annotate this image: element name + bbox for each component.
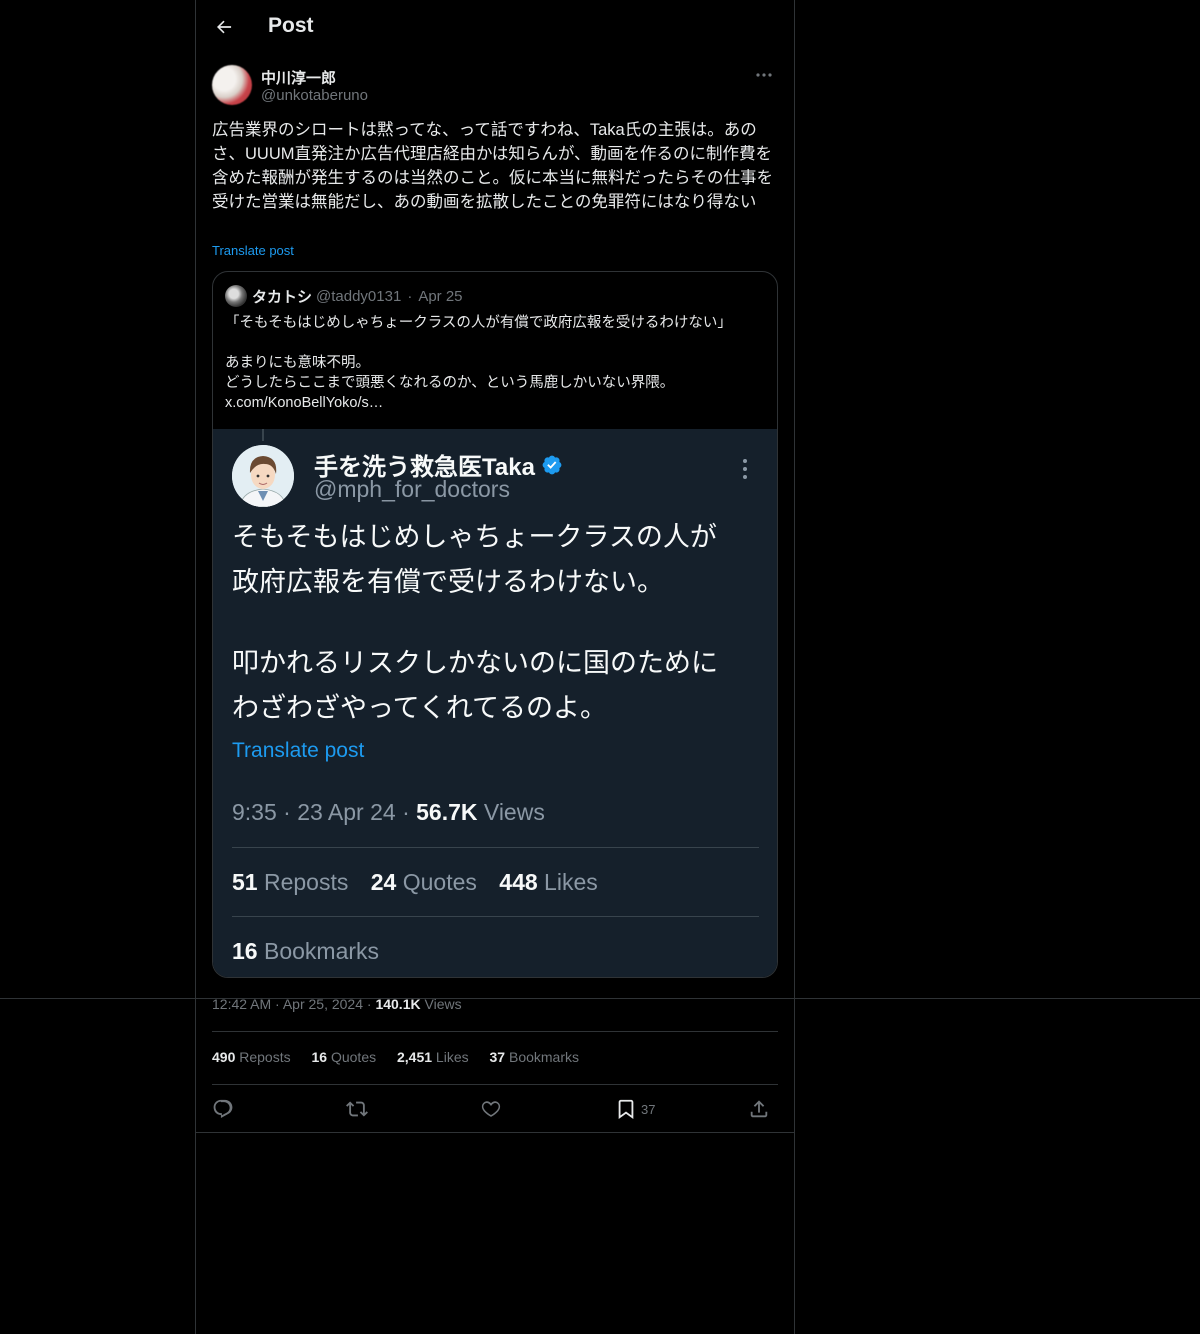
post-stats: 490 Reposts 16 Quotes 2,451 Likes 37 Boo… <box>212 1049 596 1065</box>
screenshot-divider <box>232 916 759 917</box>
screenshot-views-count: 56.7K <box>416 799 478 825</box>
bookmarks-count: 37 <box>489 1049 506 1065</box>
likes-stat[interactable]: 2,451 Likes <box>397 1049 469 1065</box>
reposts-stat[interactable]: 490 Reposts <box>212 1049 291 1065</box>
reposts-count: 490 <box>212 1049 236 1065</box>
thread-line <box>262 429 264 441</box>
more-dots-icon <box>756 73 772 77</box>
screenshot-text-line: そもそもはじめしゃちょークラスの人が <box>232 522 717 552</box>
divider <box>196 1132 794 1133</box>
more-options-button[interactable] <box>752 68 776 82</box>
screenshot-bookmarks-count: 16 <box>232 938 258 964</box>
quotes-count: 16 <box>311 1049 328 1065</box>
author-row: 中川淳一郎 @unkotaberuno <box>212 64 778 108</box>
quoted-post-text: 「そもそもはじめしゃちょークラスの人が有償で政府広報を受けるわけない」 あまりに… <box>225 315 732 411</box>
quoted-date: Apr 25 <box>418 287 463 305</box>
arrow-left-icon <box>217 20 232 34</box>
back-button[interactable] <box>210 13 238 41</box>
quoted-avatar <box>225 285 247 307</box>
screenshot-bookmarks-label: Bookmarks <box>257 938 380 964</box>
meta-separator: · <box>363 996 376 1012</box>
verified-badge-icon <box>542 455 562 474</box>
page-title: Post <box>268 14 314 37</box>
divider <box>212 1084 778 1085</box>
post-time[interactable]: 12:42 AM <box>212 996 271 1012</box>
screenshot-bookmarks: 16 Bookmarks <box>232 938 379 965</box>
views-label: Views <box>420 996 462 1012</box>
post-column: Post 中川淳一郎 @unkotaberuno 広告業界のシロートは黙ってな、… <box>195 0 795 1334</box>
author-name[interactable]: 中川淳一郎 <box>261 67 336 88</box>
screenshot-quotes-label: Quotes <box>396 869 477 895</box>
screenshot-divider <box>232 847 759 848</box>
repost-icon <box>346 1101 368 1117</box>
screenshot-reposts-label: Reposts <box>257 869 349 895</box>
reposts-label: Reposts <box>235 1049 291 1065</box>
heart-icon <box>481 1101 501 1117</box>
quotes-label: Quotes <box>327 1049 377 1065</box>
screenshot-time: 9:35 · 23 Apr 24 · <box>232 799 417 825</box>
screenshot-translate-label: Translate post <box>232 739 365 762</box>
repost-button[interactable] <box>346 1098 368 1120</box>
bookmarks-label: Bookmarks <box>505 1049 580 1065</box>
quoted-separator: · <box>407 287 413 305</box>
share-button[interactable] <box>748 1098 770 1120</box>
screenshot-stats: 51 Reposts 24 Quotes 448 Likes <box>232 869 598 896</box>
bookmarks-stat[interactable]: 37 Bookmarks <box>490 1049 580 1065</box>
screenshot-views-label: Views <box>477 799 545 825</box>
cartoon-doctor-icon <box>232 445 294 507</box>
quoted-screenshot-image[interactable]: 手を洗う救急医Taka @mph_for_doctors そもそもはじめしゃちょ… <box>213 429 777 977</box>
screenshot-avatar <box>232 445 294 507</box>
quotes-stat[interactable]: 16 Quotes <box>312 1049 377 1065</box>
quoted-author-handle: @taddy0131 <box>316 287 402 305</box>
author-handle[interactable]: @unkotaberuno <box>261 87 368 104</box>
post-text: 広告業界のシロートは黙ってな、って話ですわね、Taka氏の主張は。あのさ、UUU… <box>212 121 773 211</box>
quoted-post[interactable]: タカトシ @taddy0131 · Apr 25 「そもそもはじめしゃちょークラ… <box>212 271 778 978</box>
page-header: Post <box>196 0 794 54</box>
avatar[interactable] <box>212 65 252 105</box>
divider <box>212 1031 778 1032</box>
post-meta: 12:42 AM · Apr 25, 2024 · 140.1K Views <box>212 996 462 1012</box>
likes-count: 2,451 <box>397 1049 433 1065</box>
screenshot-meta: 9:35 · 23 Apr 24 · 56.7K Views <box>232 799 545 826</box>
screenshot-reposts-count: 51 <box>232 869 258 895</box>
share-icon <box>750 1100 768 1118</box>
screenshot-author-handle: @mph_for_doctors <box>314 476 510 502</box>
screenshot-post-text: そもそもはじめしゃちょークラスの人が 政府広報を有償で受けるわけない。 叩かれる… <box>232 515 762 731</box>
like-button[interactable] <box>480 1098 502 1120</box>
bookmark-action-count: 37 <box>641 1101 656 1117</box>
quoted-author-name: タカトシ <box>252 288 313 306</box>
screenshot-quotes-count: 24 <box>370 869 397 895</box>
bookmark-button[interactable]: 37 <box>615 1098 655 1120</box>
screenshot-text-line: 政府広報を有償で受けるわけない。 <box>232 567 664 597</box>
translate-post-link[interactable]: Translate post <box>212 243 294 258</box>
reply-icon <box>213 1099 233 1119</box>
action-bar: 37 <box>212 1094 778 1124</box>
screenshot-more-icon <box>737 457 753 481</box>
bookmark-icon <box>618 1099 634 1120</box>
screenshot-likes-label: Likes <box>537 869 598 895</box>
screenshot-likes-count: 448 <box>499 869 538 895</box>
meta-separator: · <box>271 996 283 1012</box>
screenshot-text-line: 叩かれるリスクしかないのに国のために <box>232 648 718 678</box>
likes-label: Likes <box>432 1049 469 1065</box>
screenshot-text-line: わざわざやってくれてるのよ。 <box>232 693 608 723</box>
reply-button[interactable] <box>212 1098 234 1120</box>
views-count: 140.1K <box>375 996 421 1012</box>
quoted-post-header: タカトシ @taddy0131 · Apr 25 <box>225 285 463 307</box>
post-date[interactable]: Apr 25, 2024 <box>283 996 363 1012</box>
